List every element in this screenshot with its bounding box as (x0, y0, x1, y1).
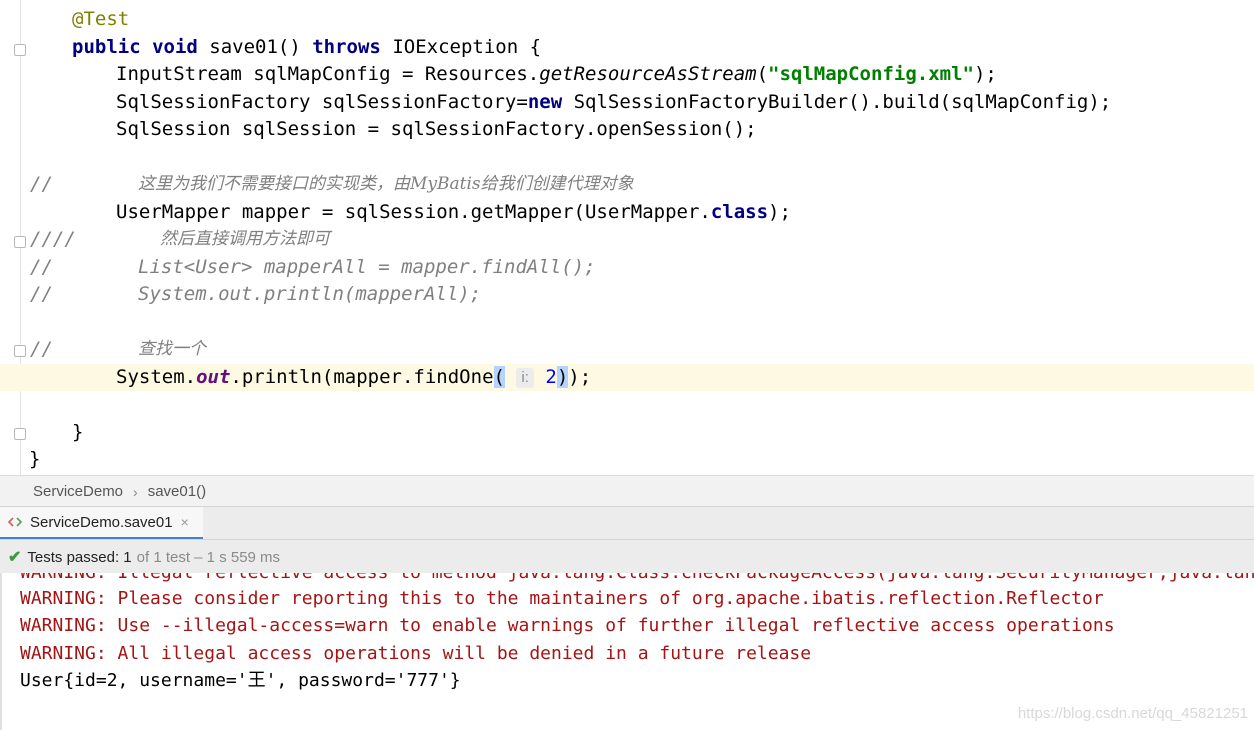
breadcrumb-method[interactable]: save01() (148, 483, 206, 500)
code-line-current[interactable]: System.out.println(mapper.findOne( i: 2)… (0, 364, 1254, 391)
run-tool-window-tabs: ServiceDemo.save01 × (0, 506, 1254, 540)
console-line: WARNING: All illegal access operations w… (20, 643, 812, 664)
tab-run-configuration[interactable]: ServiceDemo.save01 × (0, 507, 203, 540)
breadcrumb-separator: › (133, 483, 138, 500)
fold-marker[interactable] (14, 44, 26, 56)
console-result-line: User{id=2, username='王', password='777'} (20, 670, 461, 691)
code-line-annotation[interactable]: @Test (72, 6, 129, 33)
check-icon: ✔ (8, 549, 22, 566)
parameter-hint: i: (516, 367, 534, 388)
code-line-comment-call[interactable]: ////然后直接调用方法即可 (30, 226, 330, 253)
code-line-close-method[interactable]: } (72, 419, 83, 446)
code-line-comment-println[interactable]: //System.out.println(mapperAll); (30, 281, 481, 308)
code-line-comment-findall[interactable]: //List<User> mapperAll = mapper.findAll(… (30, 254, 596, 281)
fold-marker[interactable] (14, 428, 26, 440)
code-line-session-factory[interactable]: SqlSessionFactory sqlSessionFactory=new … (116, 89, 1111, 116)
code-line-open-session[interactable]: SqlSession sqlSession = sqlSessionFactor… (116, 116, 757, 143)
console-line: WARNING: Use --illegal-access=warn to en… (20, 615, 1115, 636)
code-line-close-class[interactable]: } (29, 446, 40, 473)
code-line-inputstream[interactable]: InputStream sqlMapConfig = Resources.get… (116, 61, 997, 88)
test-summary: of 1 test – 1 s 559 ms (136, 548, 281, 566)
run-config-icon (7, 515, 23, 529)
test-status-bar: ✔ Tests passed: 1 of 1 test – 1 s 559 ms (0, 539, 1254, 574)
console-output[interactable]: WARNING: Illegal reflective access to me… (0, 573, 1254, 730)
tests-passed-label: Tests passed: 1 (27, 548, 132, 566)
breadcrumb: ServiceDemo › save01() (0, 475, 1254, 507)
fold-marker[interactable] (14, 236, 26, 248)
close-icon[interactable]: × (181, 514, 189, 530)
code-line-comment-proxy[interactable]: //这里为我们不需要接口的实现类，由MyBatis给我们创建代理对象 (30, 171, 634, 198)
console-line: WARNING: Please consider reporting this … (20, 588, 1104, 609)
tab-label: ServiceDemo.save01 (30, 513, 173, 531)
code-editor[interactable]: @Test public void save01() throws IOExce… (0, 0, 1254, 475)
code-line-method-signature[interactable]: public void save01() throws IOException … (72, 34, 541, 61)
watermark: https://blog.csdn.net/qq_45821251 (1017, 705, 1248, 722)
fold-marker[interactable] (14, 345, 26, 357)
code-line-get-mapper[interactable]: UserMapper mapper = sqlSession.getMapper… (116, 199, 791, 226)
breadcrumb-class[interactable]: ServiceDemo (33, 483, 123, 500)
code-line-comment-find-one[interactable]: //查找一个 (30, 336, 206, 363)
